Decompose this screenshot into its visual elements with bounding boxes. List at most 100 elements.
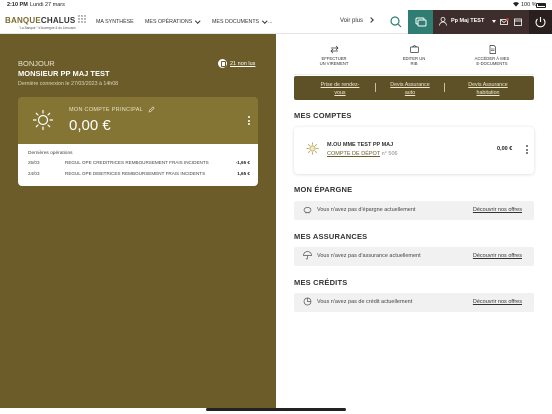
operation-amount: -1,65 € xyxy=(235,160,250,165)
operation-amount: 1,65 € xyxy=(237,171,250,176)
quick-links-bar: Prise de rendez-vous Devis Assurance auto… xyxy=(294,76,534,100)
main-account-balance: 0,00 € xyxy=(69,117,111,134)
transfer-button[interactable]: EFFECTUER UN VIREMENT xyxy=(304,45,364,66)
operation-label: REGUL OPE CREDITRICES REMBOURSEMENT FRAI… xyxy=(65,160,209,165)
wifi-icon xyxy=(513,2,519,7)
operation-date: 25/03 xyxy=(28,160,40,165)
status-date: Lundi 27 mars xyxy=(30,2,65,8)
battery-icon xyxy=(536,2,546,8)
umbrella-icon xyxy=(303,251,312,260)
account-options-icon[interactable] xyxy=(525,145,529,157)
rib-button[interactable]: EDITER UN RIB xyxy=(384,45,444,66)
account-number: COMPTE DE DÉPOT n° 506 xyxy=(327,151,398,157)
user-menu[interactable]: Pp Maj TEST xyxy=(433,10,529,34)
credits-offers-link[interactable]: Découvrir nos offres xyxy=(473,299,522,305)
credits-empty-text: Vous n'avez pas de crédit actuellement xyxy=(317,299,413,305)
customer-name: MONSIEUR PP MAJ TEST xyxy=(18,69,110,78)
savings-section-title: MON ÉPARGNE xyxy=(294,185,353,194)
sun-icon xyxy=(32,109,54,131)
savings-empty-state: Vous n'avez pas d'épargne actuellement D… xyxy=(294,201,534,220)
sun-icon xyxy=(306,142,319,155)
recent-operations: Dernières opérations 25/03 REGUL OPE CRE… xyxy=(18,144,258,186)
edocuments-label-line2: E-DOCUMENTS xyxy=(476,61,508,66)
last-login: Dernière connexion le 27/03/2023 à 14h08 xyxy=(18,81,119,87)
nav-item-operations[interactable]: MES OPÉRATIONS xyxy=(145,17,201,25)
edocuments-button[interactable]: ACCÉDER À MES E-DOCUMENTS xyxy=(462,45,522,66)
power-icon xyxy=(535,17,546,28)
chat-icon xyxy=(415,17,427,27)
voir-plus-button[interactable]: Voir plus xyxy=(340,16,374,24)
chevron-right-icon xyxy=(368,16,374,23)
search-button[interactable] xyxy=(384,10,408,34)
divider xyxy=(294,74,534,75)
auto-insurance-quote-link[interactable]: Devis Assurance auto xyxy=(383,81,437,97)
battery-percent: 100 % xyxy=(521,2,537,8)
messages-button[interactable] xyxy=(408,10,433,34)
pencil-icon[interactable] xyxy=(148,106,155,113)
credit-icon xyxy=(303,297,312,306)
insurance-offers-link[interactable]: Découvrir nos offres xyxy=(473,253,522,259)
user-icon xyxy=(439,17,447,26)
main-account-label: MON COMPTE PRINCIPAL xyxy=(69,107,144,113)
unread-messages-link[interactable]: 21 non lus xyxy=(218,59,255,68)
credits-empty-state: Vous n'avez pas de crédit actuellement D… xyxy=(294,293,534,312)
appointment-link[interactable]: Prise de rendez-vous xyxy=(312,81,368,97)
status-bar: 2:10 PM Lundi 27 mars 100 % xyxy=(0,0,552,10)
operation-row[interactable]: 24/03 REGUL OPE DEBITRICES REMBOURSEMENT… xyxy=(28,171,250,179)
unread-count: 21 non lus xyxy=(230,60,256,67)
nav-item-operations-label: MES OPÉRATIONS xyxy=(145,19,193,25)
transfer-label-line2: UN VIREMENT xyxy=(319,61,349,66)
credits-section-title: MES CRÉDITS xyxy=(294,278,348,287)
appointment-link-line2: vous xyxy=(334,90,346,96)
account-item[interactable]: M.OU MME TEST PP MAJ COMPTE DE DÉPOT n° … xyxy=(294,127,534,174)
recent-operations-title: Dernières opérations xyxy=(28,151,73,156)
account-holder-name: M.OU MME TEST PP MAJ xyxy=(327,142,394,148)
insurance-section-title: MES ASSURANCES xyxy=(294,232,368,241)
bank-logo[interactable]: BANQUECHALUS "La Banque " d'Auvergne & d… xyxy=(5,14,87,32)
logo-brand: BANQUECHALUS xyxy=(5,16,76,25)
main-account-card[interactable]: MON COMPTE PRINCIPAL 0,00 € xyxy=(18,97,258,144)
caret-down-icon xyxy=(492,20,496,23)
nav-item-documents[interactable]: MES DOCUMENTS ... xyxy=(212,17,273,25)
document-icon xyxy=(489,45,496,54)
voir-plus-label: Voir plus xyxy=(340,18,364,24)
separator xyxy=(444,83,445,92)
auto-insurance-line2: auto xyxy=(404,90,416,96)
dashboard-panel: EFFECTUER UN VIREMENT EDITER UN RIB ACCÉDE… xyxy=(276,34,552,408)
home-insurance-line2: habitation xyxy=(476,90,500,96)
logo-dots-icon xyxy=(78,15,86,23)
account-balance: 0,00 € xyxy=(497,146,513,152)
nav-item-overflow: ... xyxy=(268,19,273,25)
insurance-empty-text: Vous n'avez pas d'assurance actuellement xyxy=(317,253,421,259)
account-type-link[interactable]: COMPTE DE DÉPOT xyxy=(327,151,380,157)
rib-label-line2: RIB xyxy=(410,61,418,66)
nav-item-documents-label: MES DOCUMENTS xyxy=(212,19,260,25)
operation-label: REGUL OPE DEBITRICES REMBOURSEMENT FRAIS… xyxy=(65,171,206,176)
logo-tagline: "La Banque " d'Auvergne & du Limousin xyxy=(19,26,76,30)
operation-row[interactable]: 25/03 REGUL OPE CREDITRICES REMBOURSEMEN… xyxy=(28,160,250,168)
accounts-section-title: MES COMPTES xyxy=(294,111,352,120)
search-icon xyxy=(390,16,402,28)
home-insurance-quote-link[interactable]: Devis Assurance habitation xyxy=(461,81,515,97)
chevron-down-icon xyxy=(195,17,201,23)
bank-card-icon xyxy=(409,45,419,53)
chevron-down-icon xyxy=(262,17,268,23)
nav-item-synthese[interactable]: MA SYNTHÈSE xyxy=(96,19,134,25)
calendar-icon[interactable] xyxy=(514,18,522,26)
greeting: BONJOUR xyxy=(18,59,55,68)
transfer-icon xyxy=(330,45,338,54)
home-indicator[interactable] xyxy=(206,408,346,411)
top-navigation: BANQUECHALUS "La Banque " d'Auvergne & d… xyxy=(0,10,552,34)
logout-button[interactable] xyxy=(529,10,552,34)
piggy-bank-icon xyxy=(303,207,312,214)
account-options-icon[interactable] xyxy=(247,116,251,128)
appointment-link-line1: Prise de rendez- xyxy=(320,82,360,88)
savings-offers-link[interactable]: Découvrir nos offres xyxy=(473,207,522,213)
separator xyxy=(375,83,376,92)
savings-empty-text: Vous n'avez pas d'épargne actuellement xyxy=(317,207,416,213)
mail-icon[interactable] xyxy=(500,18,509,26)
account-number-value: n° 506 xyxy=(381,151,398,157)
notification-icon xyxy=(218,59,227,68)
operation-date: 24/03 xyxy=(28,171,40,176)
auto-insurance-line1: Devis Assurance xyxy=(390,82,430,88)
